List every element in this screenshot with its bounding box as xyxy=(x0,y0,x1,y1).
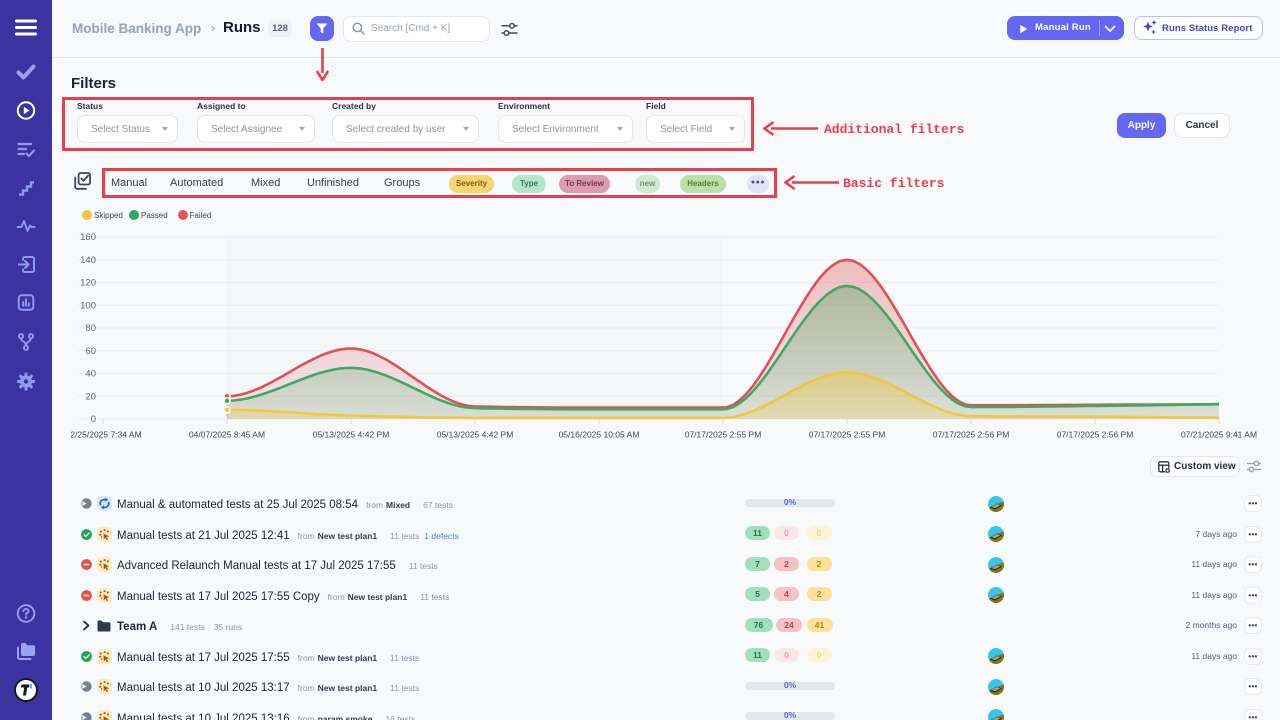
svg-text:140: 140 xyxy=(80,255,96,266)
svg-text:2/25/2025 7:34 AM: 2/25/2025 7:34 AM xyxy=(70,430,141,440)
svg-text:05/16/2025 10:05 AM: 05/16/2025 10:05 AM xyxy=(559,430,640,440)
svg-text:20: 20 xyxy=(85,391,96,402)
svg-text:04/07/2025 8:45 AM: 04/07/2025 8:45 AM xyxy=(189,430,265,440)
svg-text:07/17/2025 2:56 PM: 07/17/2025 2:56 PM xyxy=(1057,430,1134,440)
svg-text:80: 80 xyxy=(85,323,96,334)
svg-text:40: 40 xyxy=(85,369,96,380)
svg-text:160: 160 xyxy=(80,232,96,243)
svg-text:07/17/2025 2:56 PM: 07/17/2025 2:56 PM xyxy=(933,430,1010,440)
svg-text:120: 120 xyxy=(80,278,96,289)
svg-text:60: 60 xyxy=(85,346,96,357)
svg-text:05/13/2025 4:42 PM: 05/13/2025 4:42 PM xyxy=(313,430,390,440)
svg-text:07/17/2025 2:55 PM: 07/17/2025 2:55 PM xyxy=(809,430,886,440)
svg-text:07/17/2025 2:55 PM: 07/17/2025 2:55 PM xyxy=(685,430,762,440)
svg-text:100: 100 xyxy=(80,300,96,311)
svg-text:07/21/2025 9:41 AM: 07/21/2025 9:41 AM xyxy=(1181,430,1257,440)
svg-text:0: 0 xyxy=(91,414,96,425)
svg-text:05/13/2025 4:42 PM: 05/13/2025 4:42 PM xyxy=(437,430,514,440)
